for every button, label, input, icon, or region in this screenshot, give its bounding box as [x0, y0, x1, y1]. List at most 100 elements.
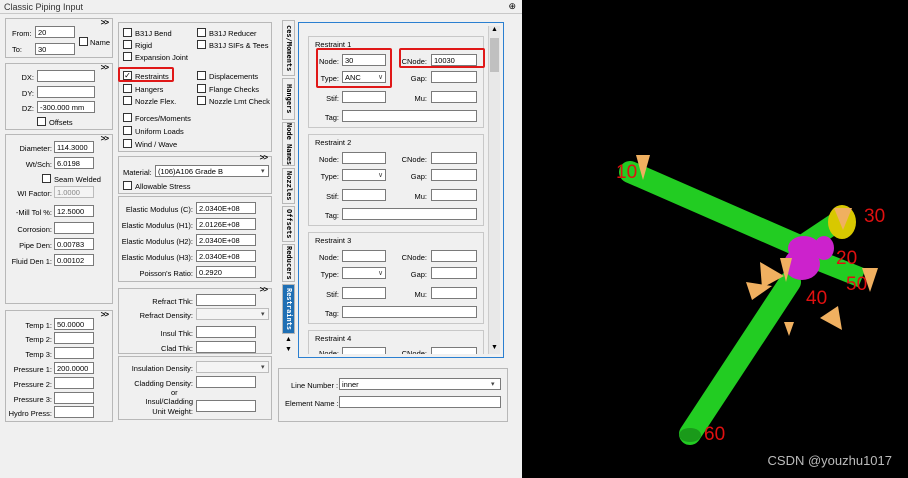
wt-sch-field[interactable]: 6.0198	[54, 157, 94, 169]
restraint-mu-field[interactable]	[431, 287, 477, 299]
dy-field[interactable]	[37, 86, 95, 98]
restraint-node-field[interactable]	[342, 250, 386, 262]
tab-hangers[interactable]: Hangers	[282, 78, 295, 120]
dx-field[interactable]	[37, 70, 95, 82]
fluid-den-field[interactable]: 0.00102	[54, 254, 94, 266]
tab-scroll-down-icon[interactable]: ▼	[285, 346, 292, 353]
forces-moments-checkbox[interactable]	[123, 113, 132, 122]
pin-icon[interactable]: ⊕	[508, 1, 516, 12]
restraint-gap-field[interactable]	[431, 71, 477, 83]
unit-weight-field[interactable]	[196, 400, 256, 412]
scroll-down-icon[interactable]: ▼	[491, 344, 498, 351]
restraint-stif-field[interactable]	[342, 287, 386, 299]
scroll-up-icon[interactable]: ▲	[491, 26, 498, 33]
restraint-mu-field[interactable]	[431, 189, 477, 201]
displacements-checkbox[interactable]	[197, 71, 206, 80]
dz-field[interactable]: -300.000 mm	[37, 101, 95, 113]
nozzle-flex-checkbox[interactable]	[123, 96, 132, 105]
element-name-field[interactable]	[339, 396, 501, 408]
restraint-gap-field[interactable]	[431, 267, 477, 279]
tab-node-names[interactable]: Node Names	[282, 122, 295, 166]
mill-tol-field[interactable]: 12.5000	[54, 205, 94, 217]
wind-wave-checkbox[interactable]	[123, 139, 132, 148]
restraint-gap-field[interactable]	[431, 169, 477, 181]
dropdown-arrow-icon[interactable]: ▾	[261, 310, 265, 318]
restraint-node-field[interactable]	[342, 347, 386, 354]
expand-chevron-icon[interactable]: >>	[101, 134, 109, 143]
clad-thk-field[interactable]	[196, 341, 256, 353]
tab-forces-moments[interactable]: ces/Moments	[282, 20, 295, 76]
restraint-cnode-field[interactable]	[431, 250, 477, 262]
insulation-den-select[interactable]	[196, 361, 269, 373]
tab-restraints[interactable]: Restraints	[282, 284, 295, 334]
corrosion-field[interactable]	[54, 222, 94, 234]
expansion-joint-label: Expansion Joint	[135, 53, 188, 62]
expand-chevron-icon[interactable]: >>	[101, 63, 109, 72]
restraint-title: Restraint 3	[315, 236, 352, 245]
options-panel: B31J Bend B31J Reducer Rigid B31J SIFs &…	[118, 22, 272, 152]
dropdown-arrow-icon[interactable]: ▾	[261, 363, 265, 371]
expand-chevron-icon[interactable]: >>	[260, 153, 268, 162]
flange-checks-checkbox[interactable]	[197, 84, 206, 93]
nozzle-lmt-checkbox[interactable]	[197, 96, 206, 105]
elastic-h2-field[interactable]: 2.0340E+08	[196, 234, 256, 246]
tab-nozzles[interactable]: Nozzles	[282, 168, 295, 204]
expansion-joint-checkbox[interactable]	[123, 52, 132, 61]
allowable-stress-checkbox[interactable]	[123, 181, 132, 190]
dropdown-arrow-icon[interactable]: ∨	[378, 171, 383, 179]
restraint-tag-field[interactable]	[342, 306, 477, 318]
scroll-thumb[interactable]	[490, 38, 499, 72]
from-node-field[interactable]: 20	[35, 26, 75, 38]
restraint-mu-field[interactable]	[431, 91, 477, 103]
expand-chevron-icon[interactable]: >>	[260, 285, 268, 294]
pipe-den-field[interactable]: 0.00783	[54, 238, 94, 250]
temp3-field[interactable]	[54, 347, 94, 359]
rigid-checkbox[interactable]	[123, 40, 132, 49]
3d-viewport[interactable]: 10 30 20 50 40 60 CSDN @youzhu1017	[522, 0, 908, 478]
expand-chevron-icon[interactable]: >>	[101, 310, 109, 319]
pressure2-field[interactable]	[54, 377, 94, 389]
refract-thk-field[interactable]	[196, 294, 256, 306]
tab-offsets[interactable]: Offsets	[282, 206, 295, 242]
poisson-field[interactable]: 0.2920	[196, 266, 256, 278]
elastic-c-field[interactable]: 2.0340E+08	[196, 202, 256, 214]
line-number-select[interactable]: inner	[339, 378, 501, 390]
to-node-field[interactable]: 30	[35, 43, 75, 55]
cladding-den-field[interactable]	[196, 376, 256, 388]
uniform-loads-checkbox[interactable]	[123, 126, 132, 135]
temp1-field[interactable]: 50.0000	[54, 318, 94, 330]
restraint-stif-field[interactable]	[342, 189, 386, 201]
name-checkbox[interactable]	[79, 37, 88, 46]
restraint-tag-field[interactable]	[342, 110, 477, 122]
dropdown-arrow-icon[interactable]: ▾	[261, 167, 265, 175]
seam-welded-checkbox[interactable]	[42, 174, 51, 183]
dropdown-arrow-icon[interactable]: ∨	[378, 269, 383, 277]
restraint-cnode-field[interactable]	[431, 152, 477, 164]
diameter-field[interactable]: 114.3000	[54, 141, 94, 153]
insul-thk-field[interactable]	[196, 326, 256, 338]
hangers-checkbox[interactable]	[123, 84, 132, 93]
pressure3-field[interactable]	[54, 392, 94, 404]
tab-reducers[interactable]: Reducers	[282, 244, 295, 282]
b31j-bend-checkbox[interactable]	[123, 28, 132, 37]
b31j-reducer-checkbox[interactable]	[197, 28, 206, 37]
elastic-h3-field[interactable]: 2.0340E+08	[196, 250, 256, 262]
elastic-h1-field[interactable]: 2.0126E+08	[196, 218, 256, 230]
tab-scroll-up-icon[interactable]: ▲	[285, 336, 292, 343]
restraints-scrollbar[interactable]: ▲ ▼	[488, 26, 500, 354]
restraint-tag-field[interactable]	[342, 208, 477, 220]
restraint-cnode-field[interactable]	[431, 347, 477, 354]
material-select[interactable]: (106)A106 Grade B	[155, 165, 269, 177]
restraint-node-field[interactable]	[342, 152, 386, 164]
insulation-den-label: Insulation Density:	[131, 364, 193, 373]
expand-chevron-icon[interactable]: >>	[101, 18, 109, 27]
restraint-stif-field[interactable]	[342, 91, 386, 103]
hydro-press-field[interactable]	[54, 406, 94, 418]
pressure1-field[interactable]: 200.0000	[54, 362, 94, 374]
b31j-sifs-checkbox[interactable]	[197, 40, 206, 49]
restraint-title: Restraint 2	[315, 138, 352, 147]
offsets-checkbox[interactable]	[37, 117, 46, 126]
dropdown-arrow-icon[interactable]: ▾	[491, 380, 495, 388]
temp2-field[interactable]	[54, 332, 94, 344]
refract-den-select[interactable]	[196, 308, 269, 320]
